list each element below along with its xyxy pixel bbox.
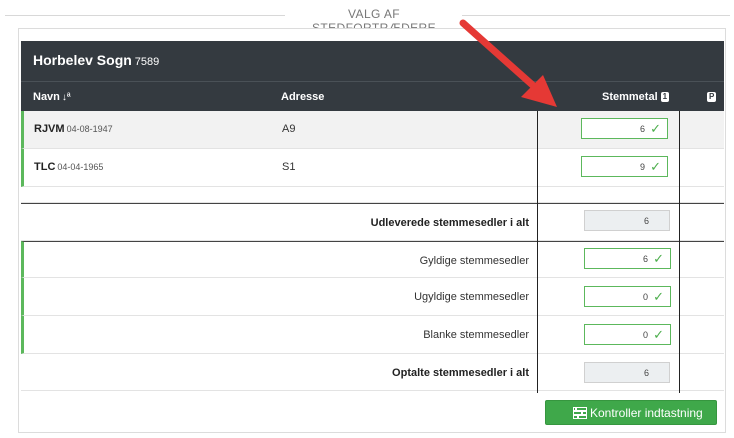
candidate-dob: 04-04-1965 [57, 162, 104, 172]
parish-code: 7589 [134, 56, 160, 68]
valid-value: 6 [642, 254, 648, 264]
column-votes-label: Stemmetal [602, 91, 658, 103]
column-address-header: Adresse [281, 91, 325, 103]
votes-input-tlc[interactable]: 9 ✓ [581, 156, 668, 177]
section-legend: VALG AF STEDFORTRÆDERE [0, 0, 734, 35]
check-icon: ✓ [653, 251, 664, 266]
sort-icon[interactable]: ↓ª [62, 92, 71, 103]
p-badge[interactable]: P [707, 92, 717, 102]
invalid-value: 0 [642, 292, 648, 302]
distributed-value: 6 [643, 216, 649, 226]
highlight-line-right [679, 111, 680, 393]
counted-label: Optalte stemmesedler i alt [392, 367, 529, 379]
distributed-total-field: 6 [584, 210, 670, 231]
check-entry-label: Kontroller indtastning [590, 406, 703, 420]
candidate-name-cell: RJVM 04-08-1947 [34, 123, 113, 135]
candidate-name: TLC [34, 161, 56, 173]
legend-divider-left [5, 15, 285, 16]
parish-card: Horbelev Sogn 7589 Navn ↓ª Adresse Stemmet… [18, 28, 726, 433]
parish-title: Horbelev Sogn 7589 [33, 52, 159, 68]
counted-value: 6 [643, 368, 649, 378]
invalid-label: Ugyldige stemmesedler [414, 291, 529, 303]
candidate-name-cell: TLC 04-04-1965 [34, 161, 103, 173]
blank-label: Blanke stemmesedler [423, 329, 529, 341]
spacer-row [21, 187, 724, 203]
parish-header: Horbelev Sogn 7589 [21, 41, 724, 81]
votes-value: 9 [639, 162, 645, 172]
votes-input-rjvm[interactable]: 6 ✓ [581, 118, 668, 139]
column-name-header[interactable]: Navn ↓ª [33, 91, 71, 103]
candidate-address: S1 [282, 161, 296, 173]
highlight-line-left [537, 111, 538, 393]
counted-total-field: 6 [584, 362, 670, 383]
sliders-icon [573, 407, 587, 419]
candidate-name: RJVM [34, 123, 65, 135]
valid-label: Gyldige stemmesedler [419, 255, 529, 267]
column-votes-header: Stemmetal 1 [602, 91, 670, 103]
votes-info-badge[interactable]: 1 [660, 92, 670, 102]
candidate-dob: 04-08-1947 [66, 124, 113, 134]
distributed-label: Udleverede stemmesedler i alt [370, 217, 529, 229]
check-icon: ✓ [653, 289, 664, 304]
red-arrow [459, 19, 557, 107]
column-name-label: Navn [33, 91, 60, 103]
check-entry-button[interactable]: Kontroller indtastning [545, 400, 717, 425]
candidate-address: A9 [282, 123, 296, 135]
check-icon: ✓ [650, 121, 661, 136]
parish-name: Horbelev Sogn [33, 52, 132, 68]
check-icon: ✓ [653, 327, 664, 342]
blank-input[interactable]: 0 ✓ [584, 324, 671, 345]
votes-value: 6 [639, 124, 645, 134]
check-icon: ✓ [650, 159, 661, 174]
table-header: Navn ↓ª Adresse Stemmetal 1 P [21, 81, 724, 111]
invalid-input[interactable]: 0 ✓ [584, 286, 671, 307]
valid-input[interactable]: 6 ✓ [584, 248, 671, 269]
blank-value: 0 [642, 330, 648, 340]
